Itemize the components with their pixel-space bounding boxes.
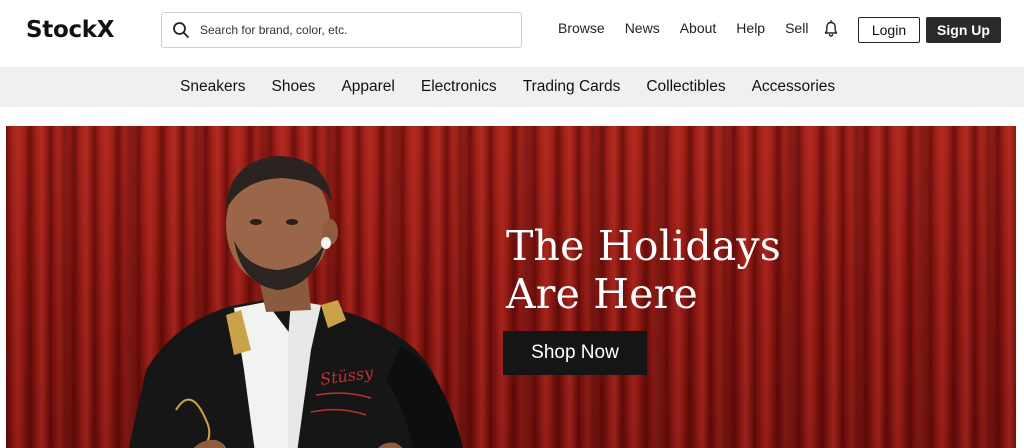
category-accessories[interactable]: Accessories [752, 78, 836, 96]
search-icon [173, 22, 189, 38]
nav-browse[interactable]: Browse [558, 20, 605, 36]
model-photo: Stüssy [128, 156, 464, 448]
top-nav: Browse News About Help Sell [558, 20, 828, 36]
signup-button[interactable]: Sign Up [926, 17, 1001, 43]
hero-banner[interactable]: Stüssy The Holidays Are Here Shop Now [6, 126, 1016, 448]
category-shoes[interactable]: Shoes [271, 78, 315, 96]
nav-help[interactable]: Help [736, 20, 765, 36]
shop-now-button[interactable]: Shop Now [503, 331, 647, 375]
search-input[interactable] [200, 13, 515, 47]
category-list: Sneakers Shoes Apparel Electronics Tradi… [180, 78, 861, 96]
category-trading-cards[interactable]: Trading Cards [523, 78, 621, 96]
stockx-logo[interactable]: StockX [26, 17, 115, 43]
hero-title-line-1: The Holidays [506, 222, 782, 270]
bell-icon[interactable] [823, 20, 839, 38]
site-header: StockX Browse News About Help Sell Login… [0, 0, 1024, 64]
category-electronics[interactable]: Electronics [421, 78, 497, 96]
nav-sell[interactable]: Sell [785, 20, 808, 36]
login-button[interactable]: Login [858, 17, 920, 43]
hero-title: The Holidays Are Here [506, 222, 781, 318]
category-apparel[interactable]: Apparel [341, 78, 394, 96]
category-collectibles[interactable]: Collectibles [646, 78, 725, 96]
search-bar[interactable] [161, 12, 522, 48]
hero-title-line-2: Are Here [506, 270, 698, 318]
nav-about[interactable]: About [680, 20, 717, 36]
category-bar: Sneakers Shoes Apparel Electronics Tradi… [0, 67, 1024, 107]
category-sneakers[interactable]: Sneakers [180, 78, 245, 96]
nav-news[interactable]: News [625, 20, 660, 36]
